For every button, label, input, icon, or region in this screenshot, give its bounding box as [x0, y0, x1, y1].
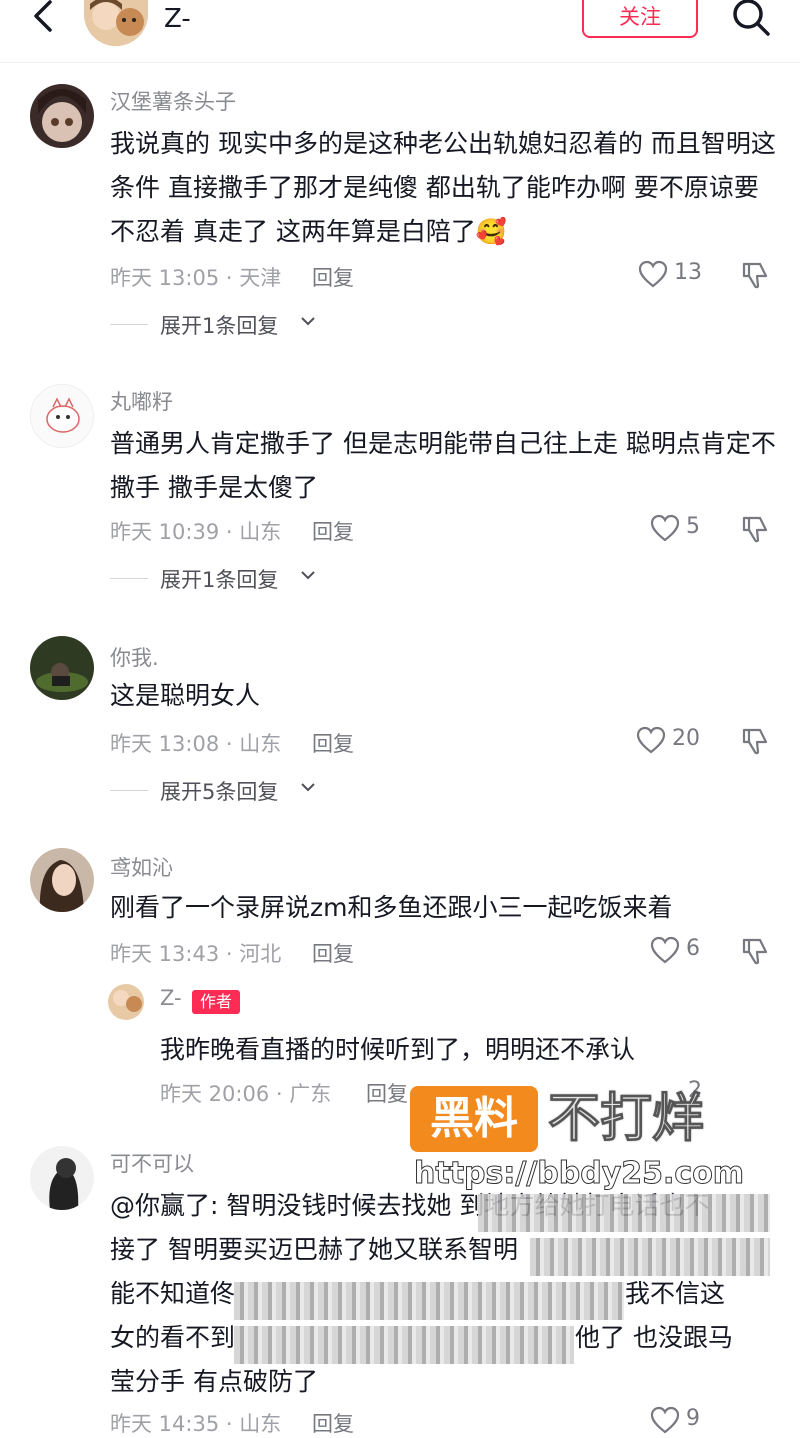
top-bar: Z- 关注: [0, 0, 800, 63]
reply-avatar[interactable]: [108, 984, 144, 1020]
pixelated-overlay: [234, 1326, 574, 1364]
commenter-name[interactable]: 鸢如沁: [110, 852, 173, 882]
dislike-button[interactable]: [740, 936, 770, 966]
comment-meta: 昨天 10:39 · 山东: [110, 520, 282, 544]
chevron-down-icon: [301, 783, 315, 792]
follow-button[interactable]: 关注: [582, 0, 698, 38]
author-tag: 作者: [192, 990, 241, 1014]
divider-line: [110, 790, 148, 791]
commenter-name[interactable]: 可不可以: [110, 1148, 194, 1178]
dislike-button[interactable]: [740, 514, 770, 544]
watermark-url: https://bbdy25.com: [413, 1156, 745, 1192]
commenter-name[interactable]: 丸嘟籽: [110, 386, 173, 416]
expand-label: 展开1条回复: [160, 568, 279, 592]
thumbs-down-icon: [742, 728, 768, 755]
pixelated-overlay: [530, 1238, 770, 1276]
reply-button[interactable]: 回复: [312, 728, 354, 758]
thumbs-down-icon: [742, 938, 768, 965]
heart-icon: [650, 936, 680, 964]
search-button[interactable]: [730, 0, 774, 40]
commenter-name[interactable]: 汉堡薯条头子: [110, 86, 236, 116]
commenter-name[interactable]: 你我.: [110, 642, 159, 672]
commenter-avatar[interactable]: [30, 384, 94, 448]
like-count: 5: [686, 514, 700, 539]
reply-button[interactable]: 回复: [312, 516, 354, 546]
comment-text: 刚看了一个录屏说zm和多鱼还跟小三一起吃饭来着: [110, 893, 673, 922]
back-button[interactable]: [28, 0, 58, 36]
comment-item: 你我. 这是聪明女人 昨天 13:08 · 山东 回复 20 展开5条回复: [0, 636, 800, 806]
comment-fragment: 我不信这: [625, 1279, 726, 1308]
comment-text: 我说真的 现实中多的是这种老公出轨媳妇忍着的 而且智明这条件 直接撒手了那才是纯…: [110, 129, 776, 246]
comment-item: 汉堡薯条头子 我说真的 现实中多的是这种老公出轨媳妇忍着的 而且智明这条件 直接…: [0, 84, 800, 344]
reply-button[interactable]: 回复: [312, 1408, 354, 1438]
like-button[interactable]: 13: [638, 260, 728, 290]
comment-meta: 昨天 14:35 · 山东: [110, 1412, 282, 1436]
heart-icon: [650, 514, 680, 542]
like-button[interactable]: 6: [650, 936, 740, 966]
commenter-avatar[interactable]: [30, 1146, 94, 1210]
reply-meta: 昨天 20:06 · 广东: [160, 1082, 332, 1106]
author-avatar[interactable]: [84, 0, 148, 46]
like-button[interactable]: 20: [636, 726, 726, 756]
chevron-left-icon: [34, 0, 52, 32]
like-button[interactable]: 9: [650, 1406, 740, 1436]
like-button[interactable]: 5: [650, 514, 740, 544]
comment-fragment: 他了 也没跟马: [575, 1323, 733, 1352]
like-count: 13: [674, 260, 702, 285]
thumbs-down-icon: [742, 516, 768, 543]
pixelated-overlay: [234, 1282, 624, 1320]
dislike-button[interactable]: [740, 726, 770, 756]
watermark: 黑料 不打烊 https://bbdy25.com: [410, 1086, 750, 1202]
heart-icon: [638, 260, 668, 288]
comment-meta: 昨天 13:05 · 天津: [110, 266, 282, 290]
comment-fragment: 女的看不到: [110, 1323, 236, 1352]
comment-meta: 昨天 13:43 · 河北: [110, 942, 282, 966]
comment-fragment: 能不知道佟: [110, 1279, 236, 1308]
commenter-avatar[interactable]: [30, 636, 94, 700]
author-name: Z-: [164, 4, 191, 34]
dislike-button[interactable]: [740, 260, 770, 290]
divider-line: [110, 578, 148, 579]
comment-text: 普通男人肯定撒手了 但是志明能带自己往上走 聪明点肯定不撒手 撒手是太傻了: [110, 429, 776, 502]
reply-username[interactable]: Z-: [160, 986, 182, 1010]
reply-text: 我昨晚看直播的时候听到了，明明还不承认: [160, 1035, 636, 1064]
like-count: 20: [672, 726, 700, 751]
commenter-avatar[interactable]: [30, 848, 94, 912]
commenter-avatar[interactable]: [30, 84, 94, 148]
chevron-down-icon: [301, 317, 315, 326]
chevron-down-icon: [301, 571, 315, 580]
heart-icon: [650, 1406, 680, 1434]
comment-meta: 昨天 13:08 · 山东: [110, 732, 282, 756]
reply-button[interactable]: 回复: [312, 938, 354, 968]
like-count: 6: [686, 936, 700, 961]
expand-label: 展开5条回复: [160, 780, 279, 804]
watermark-text: 不打烊: [547, 1089, 705, 1150]
comment-item: 鸢如沁 刚看了一个录屏说zm和多鱼还跟小三一起吃饭来着 昨天 13:43 · 河…: [0, 848, 800, 1108]
heart-icon: [636, 726, 666, 754]
comment-text: 这是聪明女人: [110, 681, 261, 710]
like-count: 9: [686, 1406, 700, 1431]
divider-line: [110, 324, 148, 325]
thumbs-down-icon: [742, 262, 768, 289]
reply-button[interactable]: 回复: [312, 262, 354, 292]
comment-item: 丸嘟籽 普通男人肯定撒手了 但是志明能带自己往上走 聪明点肯定不撒手 撒手是太傻…: [0, 384, 800, 594]
expand-label: 展开1条回复: [160, 314, 279, 338]
reply-button[interactable]: 回复: [366, 1078, 408, 1108]
search-icon: [733, 0, 770, 36]
watermark-badge: 黑料: [410, 1086, 538, 1152]
comment-line: 莹分手 有点破防了: [110, 1367, 318, 1396]
